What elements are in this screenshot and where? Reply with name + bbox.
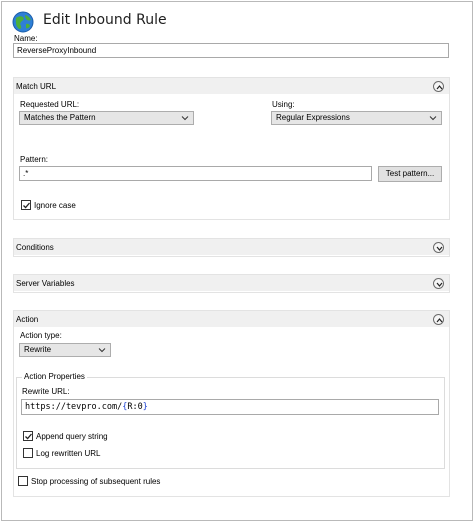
requested-url-value: Matches the Pattern	[24, 113, 96, 122]
requested-url-label: Requested URL:	[20, 100, 80, 109]
page-title: Edit Inbound Rule	[43, 12, 167, 28]
expand-icon[interactable]	[433, 278, 444, 289]
log-rewritten-label: Log rewritten URL	[36, 449, 101, 458]
requested-url-select[interactable]: Matches the Pattern	[19, 111, 194, 125]
action-type-value: Rewrite	[24, 345, 52, 354]
stop-processing-label: Stop processing of subsequent rules	[31, 477, 161, 486]
collapse-icon[interactable]	[433, 314, 444, 325]
using-select[interactable]: Regular Expressions	[271, 111, 442, 125]
collapse-icon[interactable]	[433, 81, 444, 92]
name-label: Name:	[14, 34, 38, 43]
conditions-section[interactable]: Conditions	[13, 238, 450, 257]
action-properties-legend: Action Properties	[22, 372, 87, 381]
edit-inbound-rule-panel: Edit Inbound Rule Name: ReverseProxyInbo…	[1, 1, 473, 521]
match-url-section: Match URL	[13, 77, 450, 220]
conditions-heading: Conditions	[16, 243, 54, 252]
rewrite-url-input[interactable]: https://tevpro.com/{R:0}	[21, 399, 439, 415]
rewrite-url-prefix: https://tevpro.com/	[25, 402, 123, 412]
append-query-label: Append query string	[36, 432, 108, 441]
conditions-header[interactable]: Conditions	[14, 239, 449, 255]
action-header[interactable]: Action	[14, 311, 449, 327]
pattern-label: Pattern:	[20, 155, 49, 164]
checkmark-icon	[25, 433, 32, 440]
globe-icon	[12, 11, 34, 33]
using-value: Regular Expressions	[276, 113, 350, 122]
checkmark-icon	[23, 202, 30, 209]
name-input[interactable]: ReverseProxyInbound	[13, 43, 449, 58]
server-variables-heading: Server Variables	[16, 279, 75, 288]
ignore-case-checkbox[interactable]	[21, 200, 31, 210]
chevron-down-icon	[181, 116, 189, 121]
append-query-checkbox[interactable]	[23, 431, 33, 441]
match-url-heading: Match URL	[16, 82, 57, 91]
rewrite-url-brace-close: }	[142, 402, 148, 412]
rewrite-url-label: Rewrite URL:	[22, 387, 70, 396]
action-heading: Action	[16, 315, 39, 324]
rewrite-url-var-name: R:0	[127, 402, 143, 412]
ignore-case-label: Ignore case	[34, 201, 76, 210]
server-variables-header[interactable]: Server Variables	[14, 275, 449, 291]
expand-icon[interactable]	[433, 242, 444, 253]
server-variables-section[interactable]: Server Variables	[13, 274, 450, 293]
chevron-down-icon	[98, 348, 106, 353]
match-url-header[interactable]: Match URL	[14, 78, 449, 94]
log-rewritten-checkbox[interactable]	[23, 448, 33, 458]
pattern-input[interactable]: .*	[19, 166, 372, 181]
using-label: Using:	[272, 100, 295, 109]
stop-processing-checkbox[interactable]	[18, 476, 28, 486]
action-type-select[interactable]: Rewrite	[19, 343, 111, 357]
test-pattern-button[interactable]: Test pattern...	[378, 166, 442, 182]
chevron-down-icon	[429, 116, 437, 121]
action-type-label: Action type:	[20, 331, 62, 340]
